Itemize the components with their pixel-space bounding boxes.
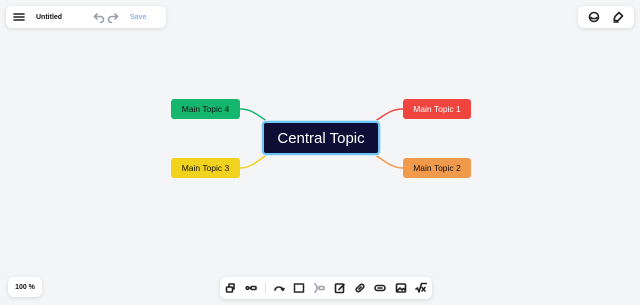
connect-icon[interactable] (244, 281, 258, 295)
style-icon[interactable] (611, 10, 625, 24)
summary-icon[interactable] (312, 281, 326, 295)
main-topic-4[interactable]: Main Topic 4 (171, 99, 240, 119)
bottom-toolbar (220, 277, 432, 299)
theme-icon[interactable] (587, 10, 601, 24)
label-icon[interactable] (373, 281, 387, 295)
formula-icon[interactable] (414, 281, 428, 295)
image-icon[interactable] (394, 281, 408, 295)
add-topic-icon[interactable] (224, 281, 238, 295)
note-icon[interactable] (333, 281, 347, 295)
main-topic-2[interactable]: Main Topic 2 (403, 158, 471, 178)
boundary-icon[interactable] (292, 281, 306, 295)
main-topic-1[interactable]: Main Topic 1 (403, 99, 471, 119)
menu-icon[interactable] (12, 10, 26, 24)
link-icon[interactable] (353, 281, 367, 295)
redo-icon[interactable] (106, 10, 120, 24)
central-topic[interactable]: Central Topic (262, 121, 380, 155)
relationship-icon[interactable] (272, 281, 286, 295)
document-header: Untitled Save (6, 6, 166, 28)
undo-icon[interactable] (92, 10, 106, 24)
save-button[interactable]: Save (130, 14, 146, 21)
top-right-tools (578, 6, 634, 28)
main-topic-3[interactable]: Main Topic 3 (171, 158, 240, 178)
document-title[interactable]: Untitled (36, 14, 86, 21)
toolbar-divider (264, 282, 266, 294)
zoom-level[interactable]: 100 % (8, 277, 42, 297)
